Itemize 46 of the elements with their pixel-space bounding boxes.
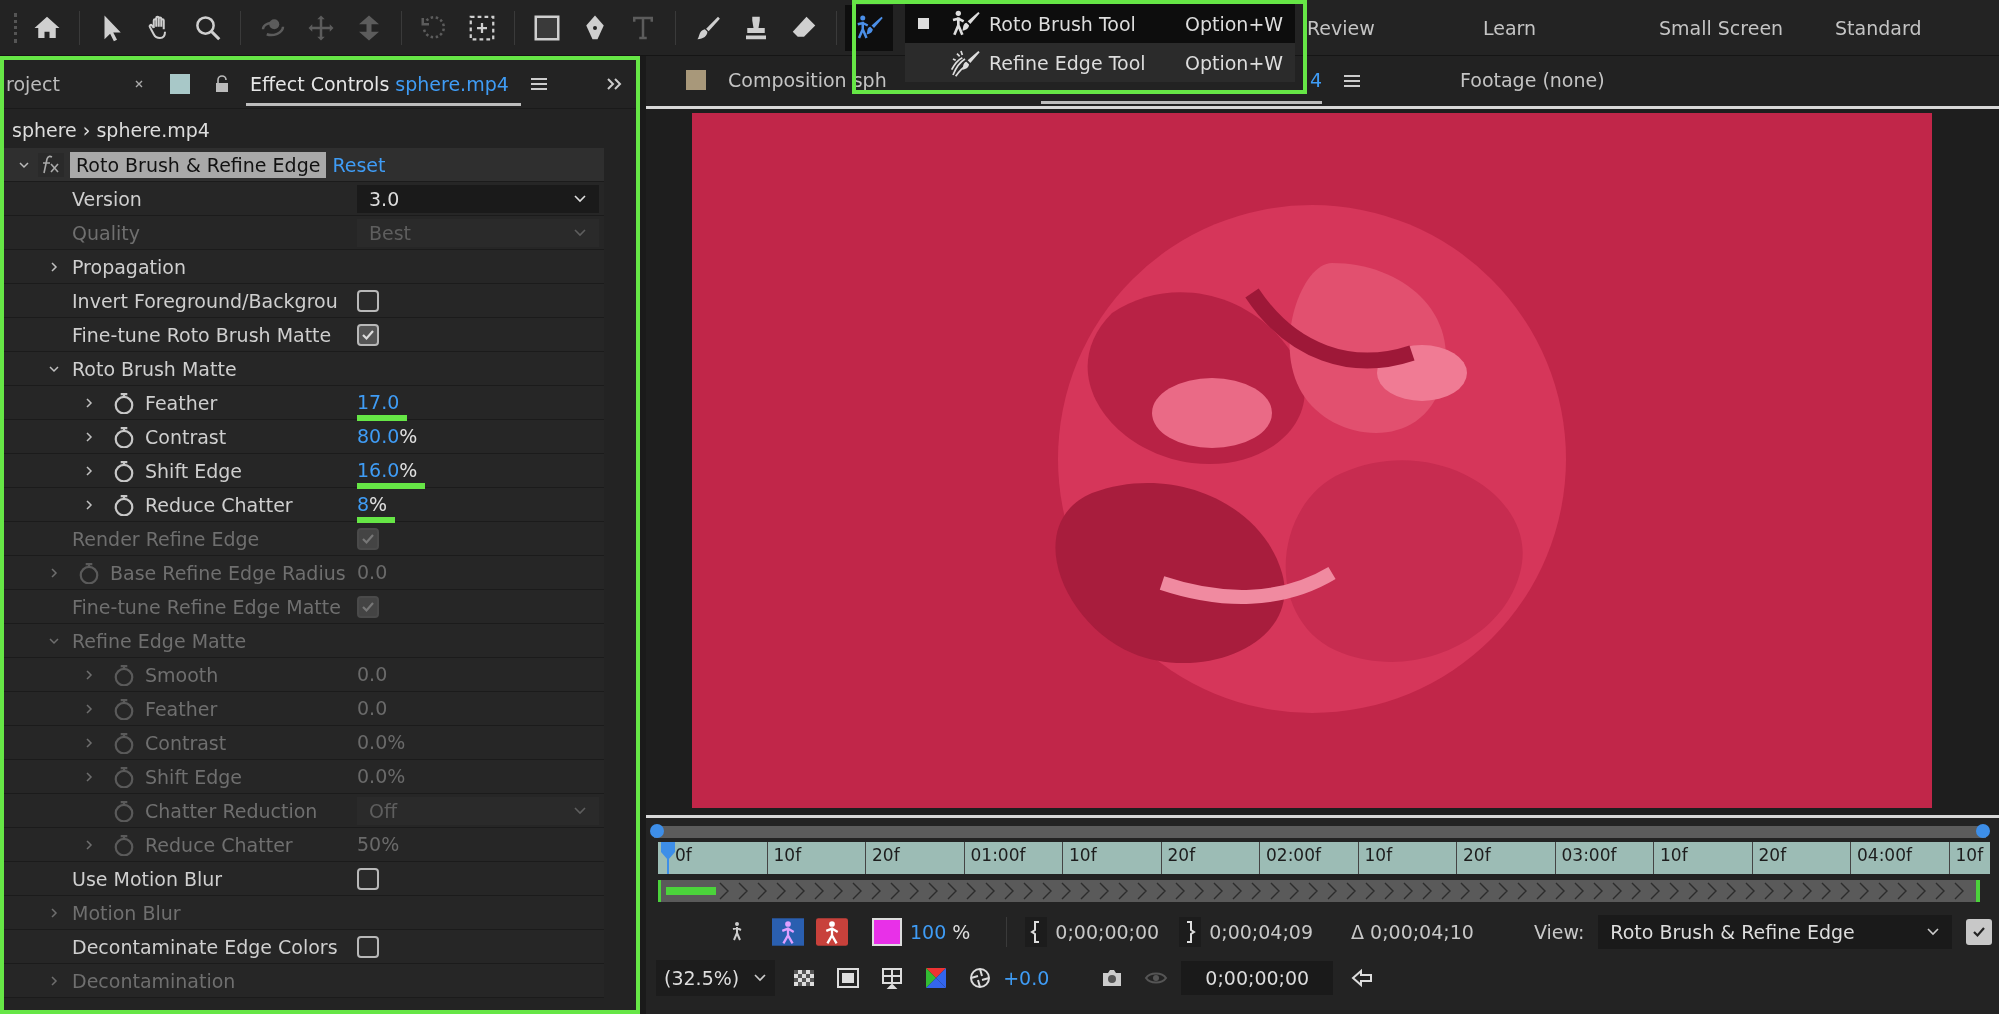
time-label: 01:00f (963, 842, 1062, 874)
property-label: Decontamination (72, 969, 236, 992)
property-label: Propagation (72, 255, 186, 278)
property-label: Version (72, 187, 142, 210)
menu-item-label: Roto Brush Tool (989, 12, 1137, 35)
property-label: Reduce Chatter (145, 833, 293, 856)
property-label: Base Refine Edge Radius (110, 561, 346, 584)
property-label: Feather (145, 391, 218, 414)
time-label: 10f (1653, 842, 1752, 874)
property-label: Chatter Reduction (145, 799, 318, 822)
property-label: Shift Edge (145, 765, 243, 788)
property-label: Motion Blur (72, 901, 181, 924)
property-label: Roto Brush Matte (72, 357, 237, 380)
view-label: View: (1533, 921, 1585, 943)
property-label: Reduce Chatter (145, 493, 293, 516)
shortcut-text: Option+W (1185, 12, 1284, 35)
property-label: Shift Edge (145, 459, 243, 482)
time-label: 04:00f (1850, 842, 1949, 874)
property-label: Use Motion Blur (72, 867, 223, 890)
property-label: Fine-tune Roto Brush Matte (72, 323, 332, 346)
time-label: 20f (1456, 842, 1555, 874)
time-label: 10f (1357, 842, 1456, 874)
time-label: 20f (865, 842, 964, 874)
breadcrumb: sphere › sphere.mp4 (11, 118, 211, 143)
time-label: 10f (1948, 842, 1984, 874)
time-label: 10f (1062, 842, 1161, 874)
time-label: 02:00f (1259, 842, 1358, 874)
property-label: Decontaminate Edge Colors (72, 935, 338, 958)
property-label: Refine Edge Matte (72, 629, 247, 652)
property-label: Render Refine Edge (72, 527, 260, 550)
shortcut-text: Option+W (1185, 51, 1284, 74)
property-label: Feather (145, 697, 218, 720)
in-point-time: 0;00;00;00 (1055, 921, 1160, 943)
property-label: Contrast (145, 425, 227, 448)
time-label: 20f (1160, 842, 1259, 874)
property-label: Fine-tune Refine Edge Matte (72, 595, 341, 618)
time-label: 10f (766, 842, 865, 874)
property-label: Quality (72, 221, 140, 244)
property-label: Smooth (145, 663, 219, 686)
time-label: 03:00f (1554, 842, 1653, 874)
time-label: 20f (1751, 842, 1850, 874)
property-label: Invert Foreground/Backgrou (72, 289, 338, 312)
duration-time: Δ 0;00;04;10 (1351, 921, 1474, 943)
menu-item-label: Refine Edge Tool (989, 51, 1147, 74)
property-label: Contrast (145, 731, 227, 754)
out-point-time: 0;00;04;09 (1209, 921, 1313, 943)
